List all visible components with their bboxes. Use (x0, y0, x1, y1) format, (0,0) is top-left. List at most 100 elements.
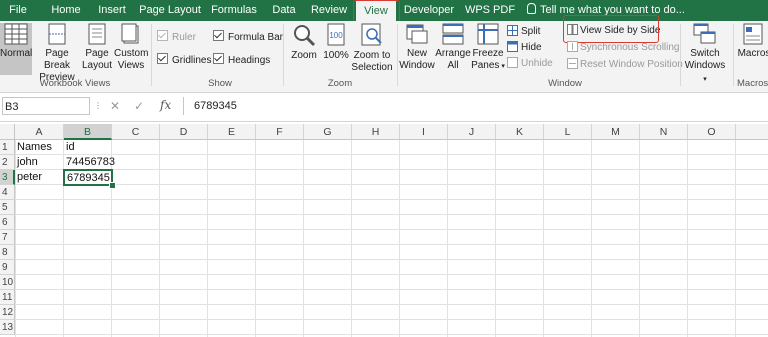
row-header-11[interactable]: 11 (0, 290, 15, 305)
column-header-c[interactable]: C (112, 124, 160, 140)
column-header-l[interactable]: L (544, 124, 592, 140)
column-header-p-partial[interactable] (736, 124, 768, 140)
name-box[interactable]: B3 (2, 97, 90, 115)
column-header-i[interactable]: I (400, 124, 448, 140)
tab-formulas[interactable]: Formulas (206, 0, 262, 21)
checkbox-icon (157, 53, 168, 64)
chevron-down-icon: ▾ (703, 76, 707, 83)
side-by-side-highlight (563, 15, 659, 43)
column-header-m[interactable]: M (592, 124, 640, 140)
zoom-100-button[interactable]: 100 100% (322, 23, 350, 62)
ruler-checkbox[interactable]: Ruler (157, 30, 196, 44)
split-label: Split (521, 26, 541, 37)
column-header-d[interactable]: D (160, 124, 208, 140)
select-all-corner[interactable] (0, 124, 15, 140)
row-header-4[interactable]: 4 (0, 185, 15, 200)
page-layout-view-button[interactable]: Page Layout (80, 23, 114, 72)
column-header-g[interactable]: G (304, 124, 352, 140)
row-header-5[interactable]: 5 (0, 200, 15, 215)
column-header-j[interactable]: J (448, 124, 496, 140)
row-header-8[interactable]: 8 (0, 245, 15, 260)
cell-a2[interactable]: john (15, 155, 64, 170)
column-header-f[interactable]: F (256, 124, 304, 140)
group-label-macros: Macros (737, 78, 768, 89)
insert-function-icon[interactable]: fx (160, 98, 171, 112)
zoom-button[interactable]: Zoom (288, 23, 320, 62)
row-header-7[interactable]: 7 (0, 230, 15, 245)
normal-view-button[interactable]: Normal (0, 23, 32, 75)
reset-window-position-button[interactable]: Reset Window Position (567, 58, 683, 72)
gridlines-label: Gridlines (172, 55, 212, 66)
formula-bar-checkbox[interactable]: Formula Bar (213, 30, 283, 44)
gridlines-checkbox[interactable]: Gridlines (157, 53, 211, 67)
cancel-icon[interactable]: ✕ (110, 99, 120, 113)
row-header-1[interactable]: 1 (0, 140, 15, 155)
arrange-all-label-2: All (447, 60, 459, 71)
new-window-button[interactable]: New Window (399, 23, 435, 72)
column-header-e[interactable]: E (208, 124, 256, 140)
row-header-13[interactable]: 13 (0, 320, 15, 335)
freeze-panes-icon (477, 23, 499, 45)
cell-a1[interactable]: Names (15, 140, 64, 155)
row-header-2[interactable]: 2 (0, 155, 15, 170)
zoom-to-selection-button[interactable]: Zoom to Selection (350, 23, 394, 74)
macros-button-label: Macros (737, 48, 768, 59)
row-header-9[interactable]: 9 (0, 260, 15, 275)
hide-button[interactable]: Hide (507, 41, 542, 55)
tab-review[interactable]: Review (306, 0, 352, 21)
group-label-show: Show (208, 78, 232, 89)
tab-developer[interactable]: Developer (402, 0, 456, 21)
spreadsheet-grid: A B C D E F G H I J K L M N O 1 2 3 4 5 … (0, 124, 768, 337)
vertical-dots-icon: ⋮ (94, 101, 102, 110)
new-window-label-2: Window (399, 60, 435, 71)
zoom-selection-label-1: Zoom to (353, 50, 391, 61)
new-window-label-1: New (406, 48, 427, 59)
hide-label: Hide (521, 42, 542, 53)
tab-insert[interactable]: Insert (92, 0, 132, 21)
cell-area[interactable] (15, 140, 768, 337)
tab-home[interactable]: Home (44, 0, 88, 21)
tab-wps-pdf[interactable]: WPS PDF (462, 0, 518, 21)
split-button[interactable]: Split (507, 25, 540, 39)
tab-page-layout[interactable]: Page Layout (138, 0, 202, 21)
row-header-10[interactable]: 10 (0, 275, 15, 290)
freeze-panes-button[interactable]: Freeze Panes ▾ (471, 23, 505, 73)
checkbox-icon (213, 30, 224, 41)
tab-data[interactable]: Data (266, 0, 302, 21)
column-header-h[interactable]: H (352, 124, 400, 140)
headings-checkbox[interactable]: Headings (213, 53, 270, 67)
row-header-12[interactable]: 12 (0, 305, 15, 320)
row-header-3[interactable]: 3 (0, 170, 15, 185)
group-separator (680, 24, 681, 86)
zoom-label: Zoom (291, 50, 317, 61)
switch-windows-label-2: Windows (684, 60, 726, 71)
formula-bar-label: Formula Bar (228, 32, 284, 43)
unhide-button[interactable]: Unhide (507, 57, 553, 71)
group-separator (283, 24, 284, 86)
normal-view-label: Normal (0, 48, 33, 59)
fill-handle[interactable] (109, 182, 116, 189)
row-header-6[interactable]: 6 (0, 215, 15, 230)
normal-view-icon (4, 23, 28, 45)
checkbox-icon (213, 53, 224, 64)
column-header-n[interactable]: N (640, 124, 688, 140)
enter-check-icon[interactable]: ✓ (134, 99, 144, 113)
tab-file[interactable]: File (0, 0, 36, 21)
column-header-a[interactable]: A (15, 124, 64, 140)
column-header-k[interactable]: K (496, 124, 544, 140)
cell-b1[interactable]: id (64, 140, 112, 155)
column-header-b[interactable]: B (64, 124, 112, 140)
page-layout-label-1: Page (85, 48, 109, 59)
column-header-o[interactable]: O (688, 124, 736, 140)
custom-views-button[interactable]: Custom Views (114, 23, 148, 72)
formula-input[interactable]: 6789345 (183, 97, 768, 115)
synchronous-scrolling-button[interactable]: Synchronous Scrolling (567, 41, 680, 55)
macros-button[interactable]: Macros (736, 23, 768, 60)
page-break-preview-button[interactable]: Page Break Preview (34, 23, 80, 84)
arrange-all-button[interactable]: Arrange All (435, 23, 471, 72)
cell-b2[interactable]: 74456783 (64, 155, 115, 170)
cell-a3[interactable]: peter (15, 170, 64, 185)
cell-b3[interactable]: 6789345 (63, 169, 113, 186)
reset-position-label: Reset Window Position (580, 59, 683, 70)
switch-windows-button[interactable]: Switch Windows ▾ (684, 23, 726, 86)
